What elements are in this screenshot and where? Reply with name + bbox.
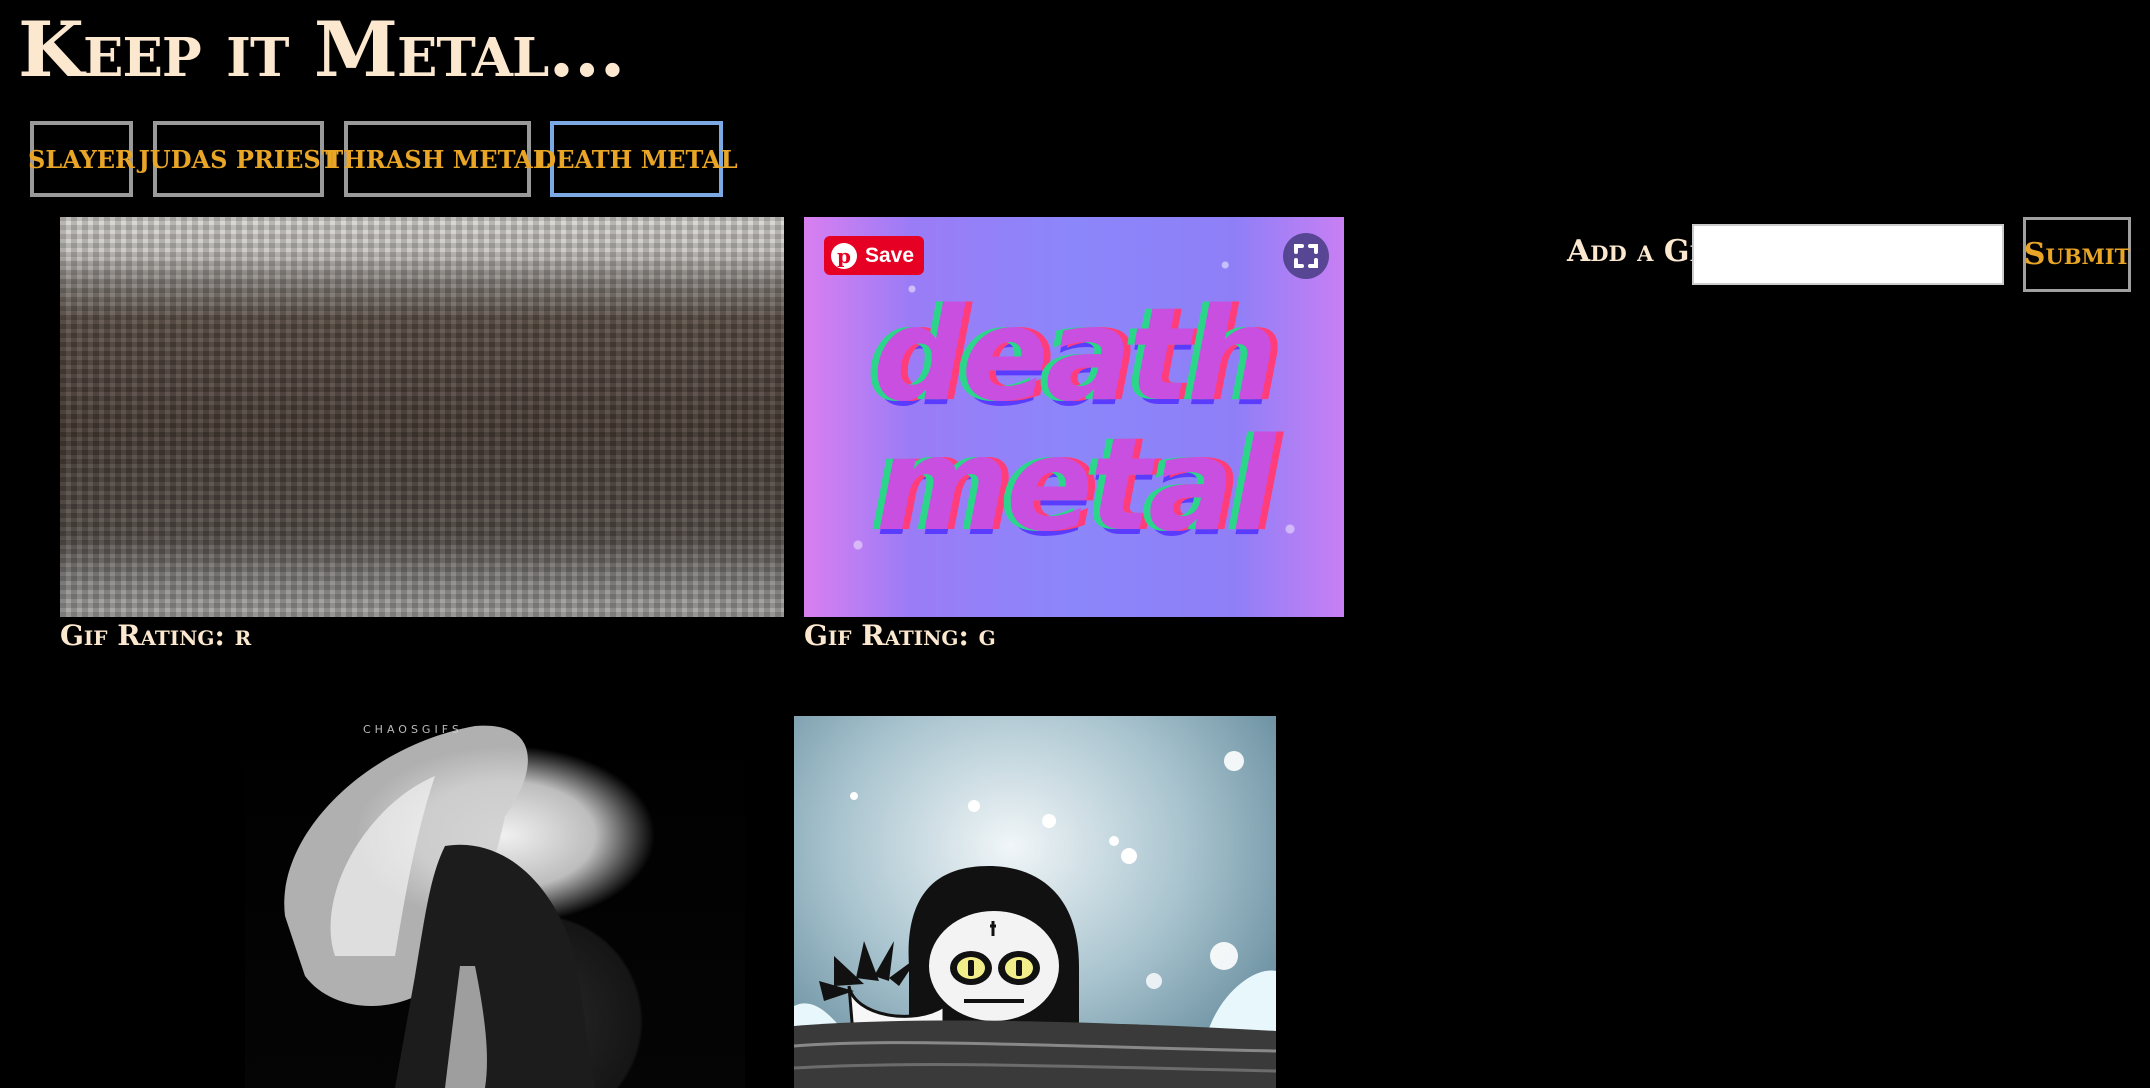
expand-icon: [1294, 244, 1318, 268]
gif-image-cartoon[interactable]: [794, 716, 1276, 1088]
topic-button-slayer[interactable]: slayer: [28, 121, 135, 197]
pinterest-save-button[interactable]: p Save: [824, 236, 924, 275]
pinterest-logo-icon: p: [831, 242, 857, 269]
gif-text-death: death: [872, 281, 1278, 430]
headbanger-figure: [284, 725, 595, 1088]
add-gif-input[interactable]: [1692, 224, 2004, 285]
page: Keep it Metal... slayer judas priest thr…: [0, 0, 2150, 1088]
topic-button-judas-priest[interactable]: judas priest: [138, 121, 339, 197]
cartoon-scene: [794, 751, 1276, 1088]
gif-image-headbanger[interactable]: CHAOSGIFS: [245, 716, 745, 1088]
gif-card: CHAOSGIFS: [245, 716, 745, 1088]
topic-button-thrash-metal[interactable]: thrash metal: [325, 121, 550, 197]
gif-image-crowd[interactable]: [60, 217, 784, 617]
gif-card: [794, 716, 1276, 1088]
pinterest-save-label: Save: [865, 243, 915, 267]
gif-rating: Gif Rating: g: [804, 619, 996, 652]
page-title: Keep it Metal...: [18, 5, 626, 94]
topic-button-death-metal[interactable]: death metal: [535, 121, 738, 197]
gif-rating: Gif Rating: r: [60, 619, 252, 652]
expand-button[interactable]: [1283, 233, 1329, 279]
gif-card: death metal p Save Gif Rating: g: [804, 217, 1344, 667]
gif-image-death-metal[interactable]: death metal p Save: [804, 217, 1344, 617]
gif-card: Gif Rating: r: [60, 217, 784, 667]
gif-text-metal: metal: [875, 411, 1276, 560]
submit-button[interactable]: Submit: [2023, 217, 2131, 292]
